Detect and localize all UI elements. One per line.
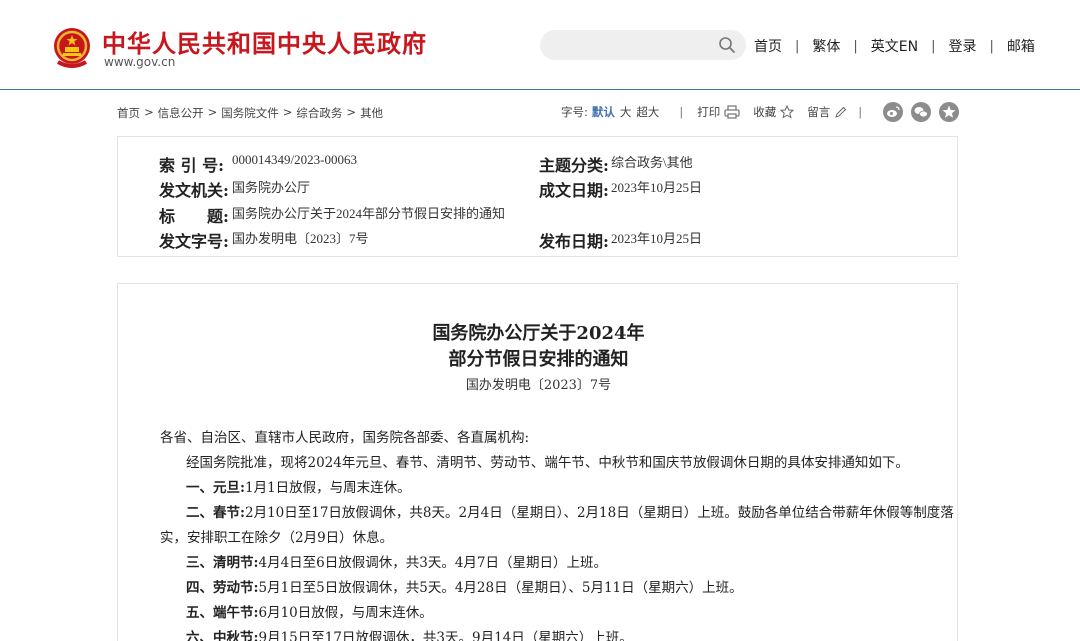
intro-paragraph: 经国务院批准，现将2024年元旦、春节、清明节、劳动节、端午节、中秋节和国庆节放… <box>186 455 909 471</box>
font-size-default[interactable]: 默认 <box>592 104 615 120</box>
item-text: 6月10日放假，与周末连休。 <box>258 605 433 621</box>
nav-separator: | <box>931 38 936 54</box>
tools-divider: | <box>679 105 684 119</box>
print-icon <box>724 105 740 119</box>
breadcrumb-arrow: > <box>207 105 218 119</box>
list-item: 二、春节:2月10日至17日放假调休，共8天。2月4日（星期日）、2月18日（星… <box>186 501 954 521</box>
breadcrumb-other[interactable]: 其他 <box>360 105 383 121</box>
font-size-large[interactable]: 大 <box>620 104 632 120</box>
wechat-icon[interactable] <box>911 102 931 122</box>
comment-label: 留言 <box>807 105 831 119</box>
publish-date-label: 发布日期: <box>539 232 609 251</box>
breadcrumb-arrow: > <box>346 105 357 119</box>
nav-login[interactable]: 登录 <box>949 36 977 56</box>
breadcrumb-home[interactable]: 首页 <box>117 105 140 121</box>
title-label: 标 题: <box>159 207 229 226</box>
title-value: 国务院办公厅关于2024年部分节假日安排的通知 <box>232 206 506 221</box>
nav-home[interactable]: 首页 <box>754 36 782 56</box>
national-emblem-icon[interactable] <box>52 26 92 68</box>
breadcrumb: 首页 > 信息公开 > 国务院文件 > 综合政务 > 其他 <box>117 105 383 121</box>
date-written-value: 2023年10月25日 <box>611 180 703 195</box>
article-body: 国务院办公厅关于2024年 部分节假日安排的通知 国办发明电〔2023〕7号 各… <box>117 283 958 641</box>
list-item: 三、清明节:4月4日至6日放假调休，共3天。4月7日（星期日）上班。 <box>186 551 607 571</box>
item-text: 9月15日至17日放假调休，共3天。9月14日（星期六）上班。 <box>258 630 633 641</box>
item-heading: 六、中秋节: <box>186 630 259 641</box>
breadcrumb-arrow: > <box>144 105 154 119</box>
site-header: 中华人民共和国中央人民政府 www.gov.cn 首页 | 繁体 | 英文EN … <box>0 0 1080 90</box>
index-value: 000014349/2023-00063 <box>232 152 357 167</box>
item-text: 2月10日至17日放假调休，共8天。2月4日（星期日）、2月18日（星期日）上班… <box>244 505 954 521</box>
nav-separator: | <box>989 38 994 54</box>
print-button[interactable]: 打印 <box>697 104 740 120</box>
print-label: 打印 <box>697 105 721 119</box>
favorite-label: 收藏 <box>753 105 777 119</box>
item-text: 5月1日至5日放假调休，共5天。4月28日（星期日）、5月11日（星期六）上班。 <box>258 580 743 596</box>
nav-mail[interactable]: 邮箱 <box>1007 36 1035 56</box>
item-text: 4月4日至6日放假调休，共3天。4月7日（星期日）上班。 <box>258 555 608 571</box>
doc-number-label: 发文字号: <box>159 232 229 251</box>
date-written-label: 成文日期: <box>539 181 609 200</box>
publish-date-value: 2023年10月25日 <box>611 231 703 246</box>
item-text: 1月1日放假，与周末连休。 <box>244 480 411 496</box>
pencil-icon <box>835 106 847 118</box>
nav-traditional[interactable]: 繁体 <box>812 36 840 56</box>
document-info-table: 索 引 号: 000014349/2023-00063 主题分类: 综合政务\其… <box>117 136 958 257</box>
topic-label: 主题分类: <box>539 156 609 175</box>
item-heading: 三、清明节: <box>186 555 259 571</box>
page-tools: 字号: 默认 大 超大 | 打印 收藏 留言 | <box>561 104 862 120</box>
comment-button[interactable]: 留言 <box>807 104 847 120</box>
list-item-continuation: 实，安排职工在除夕（2月9日）休息。 <box>160 530 394 546</box>
search-box[interactable] <box>540 30 746 60</box>
favorite-button[interactable]: 收藏 <box>753 104 795 120</box>
breadcrumb-state-council-docs[interactable]: 国务院文件 <box>221 105 279 121</box>
font-size-label: 字号: <box>561 105 588 119</box>
document-title-line2: 部分节假日安排的通知 <box>448 349 629 370</box>
list-item: 六、中秋节:9月15日至17日放假调休，共3天。9月14日（星期六）上班。 <box>186 626 633 641</box>
nav-separator: | <box>853 38 858 54</box>
issuer-value: 国务院办公厅 <box>232 180 311 195</box>
top-nav: 首页 | 繁体 | 英文EN | 登录 | 邮箱 <box>754 36 1035 56</box>
qzone-icon[interactable] <box>939 102 959 122</box>
breadcrumb-arrow: > <box>282 105 293 119</box>
list-item: 一、元旦:1月1日放假，与周末连休。 <box>186 476 411 496</box>
tools-divider: | <box>858 105 863 119</box>
site-domain: www.gov.cn <box>104 55 176 69</box>
site-title[interactable]: 中华人民共和国中央人民政府 <box>102 24 427 59</box>
breadcrumb-info-public[interactable]: 信息公开 <box>158 105 204 121</box>
document-title-line1: 国务院办公厅关于2024年 <box>432 323 645 344</box>
search-icon[interactable] <box>718 36 736 54</box>
issuer-label: 发文机关: <box>159 181 229 200</box>
item-heading: 二、春节: <box>186 505 245 521</box>
document-number: 国办发明电〔2023〕7号 <box>465 378 612 393</box>
topic-value: 综合政务\其他 <box>611 155 693 170</box>
weibo-icon[interactable] <box>883 102 903 122</box>
star-icon <box>780 105 795 119</box>
item-heading: 一、元旦: <box>186 480 245 496</box>
list-item: 五、端午节:6月10日放假，与周末连休。 <box>186 601 433 621</box>
index-label: 索 引 号: <box>159 156 225 175</box>
breadcrumb-general-affairs[interactable]: 综合政务 <box>296 105 342 121</box>
list-item: 四、劳动节:5月1日至5日放假调休，共5天。4月28日（星期日）、5月11日（星… <box>186 576 743 596</box>
nav-english[interactable]: 英文EN <box>871 36 918 56</box>
item-heading: 五、端午节: <box>186 605 259 621</box>
item-heading: 四、劳动节: <box>186 580 259 596</box>
search-input[interactable] <box>554 35 714 55</box>
font-size-xlarge[interactable]: 超大 <box>636 104 659 120</box>
nav-separator: | <box>795 38 800 54</box>
salutation: 各省、自治区、直辖市人民政府，国务院各部委、各直属机构: <box>160 430 530 446</box>
doc-number-value: 国办发明电〔2023〕7号 <box>232 231 369 246</box>
